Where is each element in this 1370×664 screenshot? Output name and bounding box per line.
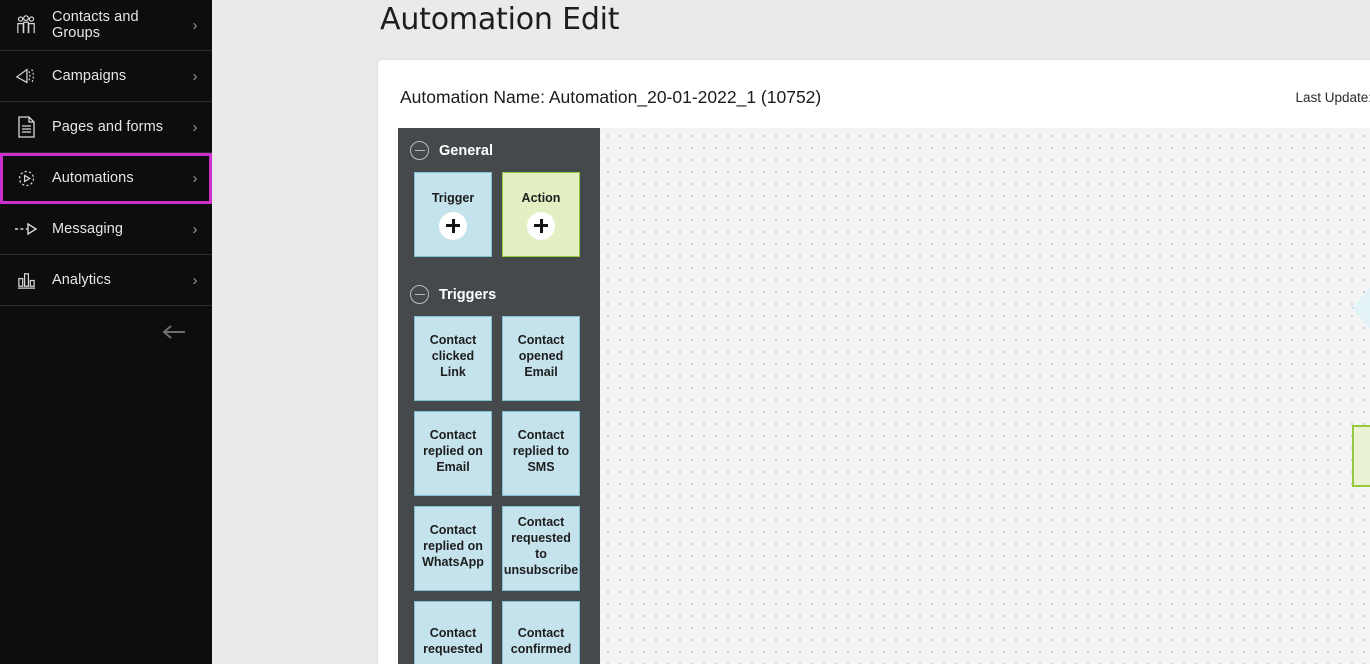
palette-tile-contact-replied-to-sms[interactable]: Contact replied to SMS xyxy=(502,411,580,496)
card-header: Automation Name: Automation_20-01-2022_1… xyxy=(378,60,1370,128)
automation-edit-screen: Contacts and Groups › Campaigns › Pages … xyxy=(0,0,1370,664)
palette-tile-label: Contact requested xyxy=(423,625,483,656)
sidebar-item-label: Pages and forms xyxy=(52,119,164,135)
palette-tile-action[interactable]: Action xyxy=(502,172,580,257)
palette-tile-label: Contact opened Email xyxy=(517,332,565,379)
palette-tile-label: Contact replied on Email xyxy=(423,427,483,474)
palette-tile-contact-clicked-link[interactable]: Contact clicked Link xyxy=(414,316,492,401)
page-title: Automation Edit xyxy=(380,2,620,37)
sidebar-item-label: Analytics xyxy=(52,272,111,288)
group-add-icon xyxy=(1353,276,1370,340)
chevron-right-icon: › xyxy=(192,169,198,187)
palette-spacer xyxy=(398,257,600,271)
sidebar-item-contacts-and-groups[interactable]: Contacts and Groups › xyxy=(0,0,212,51)
flow-canvas[interactable]: Contact added to group xyxy=(600,128,1370,664)
palette-tile-label: Contact confirmed xyxy=(510,625,572,656)
document-icon xyxy=(0,116,52,138)
sidebar-item-automations[interactable]: Automations › xyxy=(0,153,212,204)
palette-section-title: General xyxy=(439,142,493,159)
palette-tile-contact-requested[interactable]: Contact requested xyxy=(414,601,492,664)
sidebar-item-pages-and-forms[interactable]: Pages and forms › xyxy=(0,102,212,153)
palette-tile-label: Contact clicked Link xyxy=(429,332,477,379)
megaphone-icon xyxy=(0,66,52,86)
minus-circle-icon xyxy=(410,285,429,304)
flow-node-trigger[interactable]: Contact added to group xyxy=(1352,275,1370,341)
palette-section-general-header[interactable]: General xyxy=(398,128,600,166)
chevron-right-icon: › xyxy=(192,271,198,289)
element-palette: General Trigger Action Triggers Contact … xyxy=(398,128,600,664)
chevron-right-icon: › xyxy=(192,220,198,238)
bar-chart-icon xyxy=(0,270,52,291)
chevron-right-icon: › xyxy=(192,118,198,136)
palette-tile-label: Contact requested to unsubscribe xyxy=(503,514,579,577)
plus-icon xyxy=(527,211,555,240)
last-update-label: Last Update: xyxy=(1295,90,1370,105)
dashed-arrow-icon xyxy=(0,221,52,237)
sidebar-item-label: Automations xyxy=(52,170,134,186)
sidebar-item-analytics[interactable]: Analytics › xyxy=(0,255,212,306)
palette-tile-contact-confirmed[interactable]: Contact confirmed xyxy=(502,601,580,664)
automation-name-label: Automation Name: Automation_20-01-2022_1… xyxy=(400,87,822,107)
contacts-icon xyxy=(0,15,52,35)
plus-icon xyxy=(439,211,467,240)
sidebar-item-messaging[interactable]: Messaging › xyxy=(0,204,212,255)
sidebar-item-campaigns[interactable]: Campaigns › xyxy=(0,51,212,102)
palette-section-title: Triggers xyxy=(439,286,497,303)
automation-card: Automation Name: Automation_20-01-2022_1… xyxy=(378,60,1370,664)
palette-tile-contact-requested-to-unsubscribe[interactable]: Contact requested to unsubscribe xyxy=(502,506,580,591)
palette-tile-trigger[interactable]: Trigger xyxy=(414,172,492,257)
palette-section-triggers-header[interactable]: Triggers xyxy=(398,271,600,310)
palette-triggers-grid: Contact clicked Link Contact opened Emai… xyxy=(398,310,600,664)
gear-play-icon xyxy=(0,167,52,190)
minus-circle-icon xyxy=(410,141,429,160)
palette-general-grid: Trigger Action xyxy=(398,166,600,257)
sidebar-nav: Contacts and Groups › Campaigns › Pages … xyxy=(0,0,212,664)
sidebar-item-label: Campaigns xyxy=(52,68,127,84)
sidebar-item-label: Messaging xyxy=(52,221,124,237)
sidebar-item-label: Contacts and Groups xyxy=(52,9,139,41)
palette-tile-contact-replied-on-email[interactable]: Contact replied on Email xyxy=(414,411,492,496)
flow-node-action[interactable]: Send the contact Email Update version - … xyxy=(1352,425,1370,487)
sidebar-collapse-button[interactable] xyxy=(0,306,212,362)
palette-tile-contact-replied-on-whatsapp[interactable]: Contact replied on WhatsApp xyxy=(414,506,492,591)
palette-tile-label: Contact replied to SMS xyxy=(512,427,570,474)
chevron-right-icon: › xyxy=(192,16,198,34)
palette-tile-label: Contact replied on WhatsApp xyxy=(422,522,484,569)
palette-tile-contact-opened-email[interactable]: Contact opened Email xyxy=(502,316,580,401)
arrow-left-icon xyxy=(160,322,188,347)
chevron-right-icon: › xyxy=(192,67,198,85)
palette-tile-label: Trigger xyxy=(431,190,475,205)
envelope-icon xyxy=(1354,427,1370,485)
palette-tile-label: Action xyxy=(521,190,561,205)
